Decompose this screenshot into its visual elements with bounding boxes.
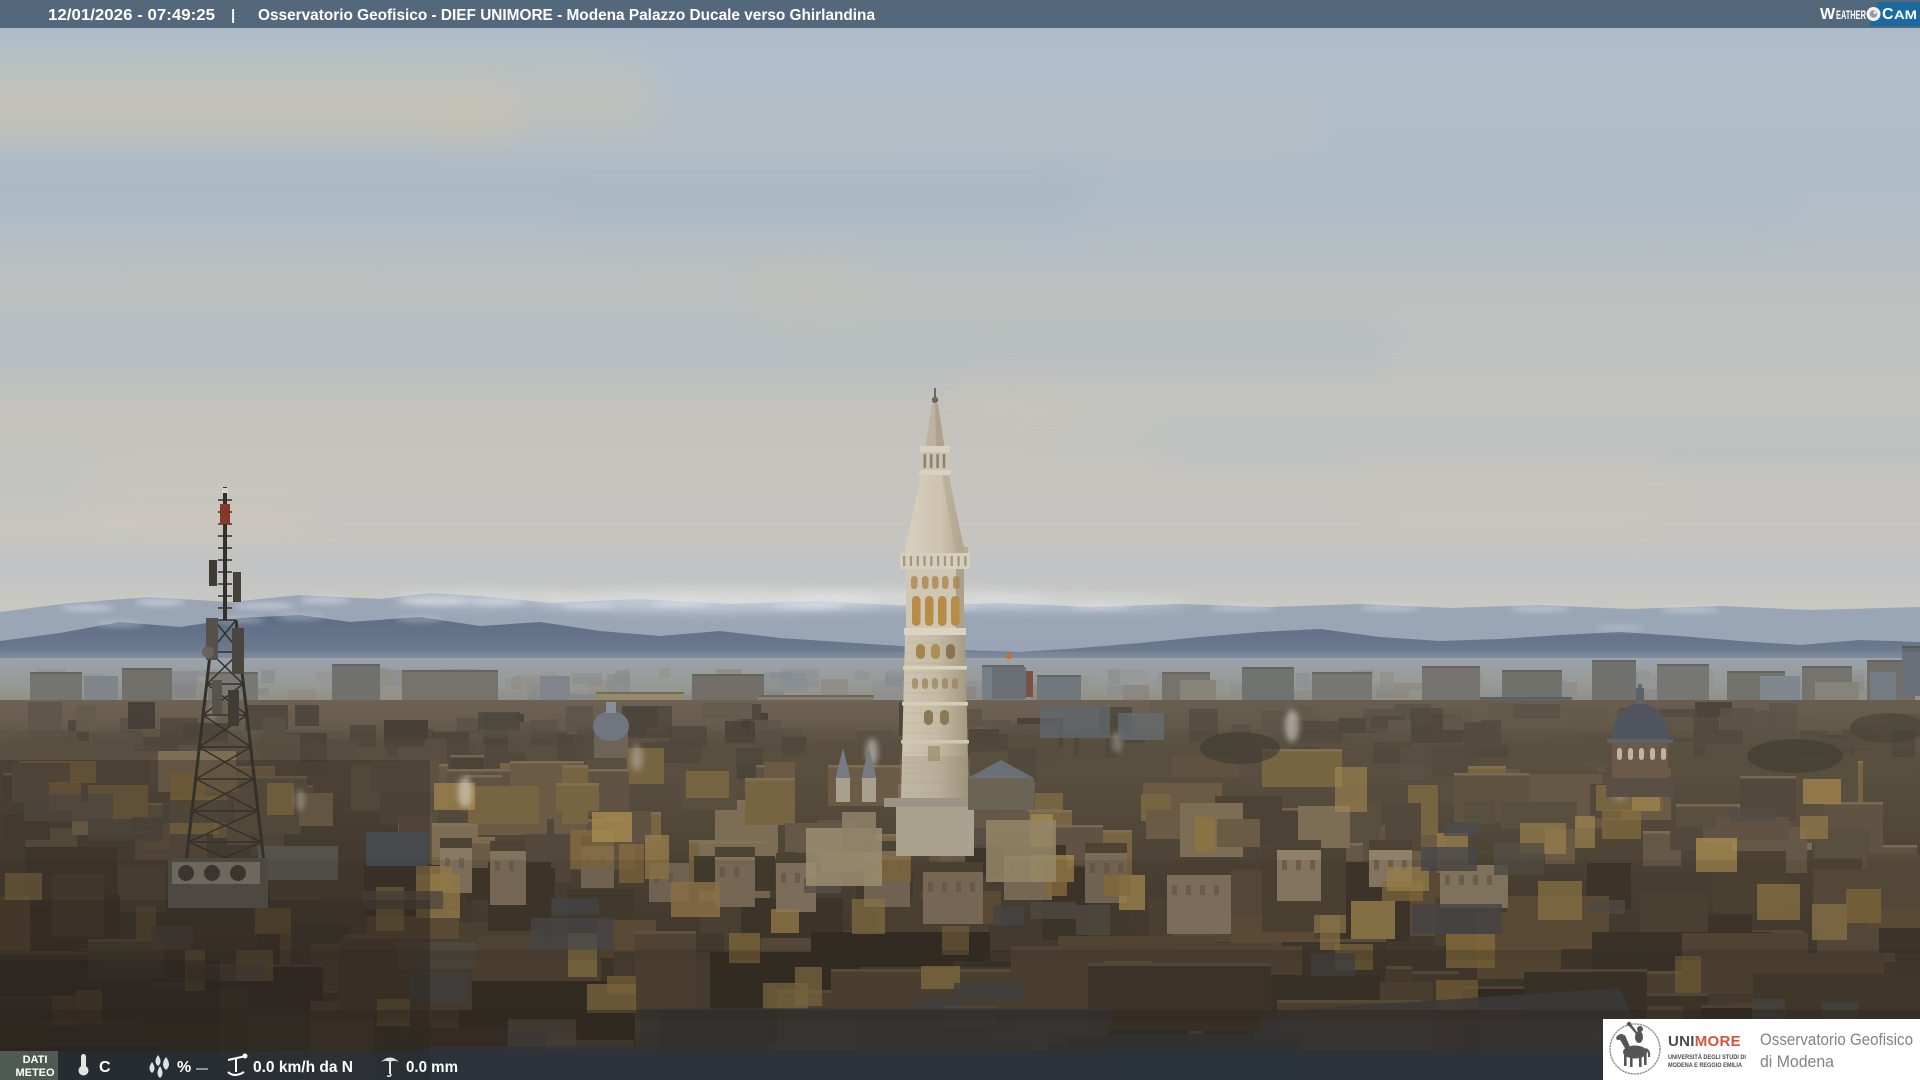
svg-text:EATHER: EATHER	[1836, 8, 1866, 22]
svg-text:0.0 mm: 0.0 mm	[406, 1059, 458, 1076]
svg-text:Osservatorio Geofisico - DIEF: Osservatorio Geofisico - DIEF UNIMORE - …	[258, 7, 875, 24]
svg-text:Osservatorio Geofisico: Osservatorio Geofisico	[1760, 1031, 1913, 1049]
svg-text:|: |	[231, 7, 235, 24]
svg-text:AM: AM	[1894, 8, 1917, 22]
svg-text:0.0 km/h da N: 0.0 km/h da N	[253, 1059, 353, 1076]
svg-text:di Modena: di Modena	[1760, 1053, 1835, 1071]
svg-text:W: W	[1820, 6, 1836, 23]
svg-text:%: %	[177, 1059, 191, 1076]
svg-text:DATI: DATI	[23, 1054, 48, 1066]
svg-text:C: C	[1882, 6, 1894, 23]
svg-text:METEO: METEO	[15, 1067, 55, 1079]
svg-text:MODENA E REGGIO EMILIA: MODENA E REGGIO EMILIA	[1668, 1062, 1742, 1069]
svg-text:UNIMORE: UNIMORE	[1668, 1033, 1741, 1050]
svg-text:UNIVERSITÀ DEGLI STUDI DI: UNIVERSITÀ DEGLI STUDI DI	[1668, 1052, 1746, 1061]
svg-text:12/01/2026 - 07:49:25: 12/01/2026 - 07:49:25	[48, 7, 215, 24]
svg-text:C: C	[99, 1059, 111, 1076]
